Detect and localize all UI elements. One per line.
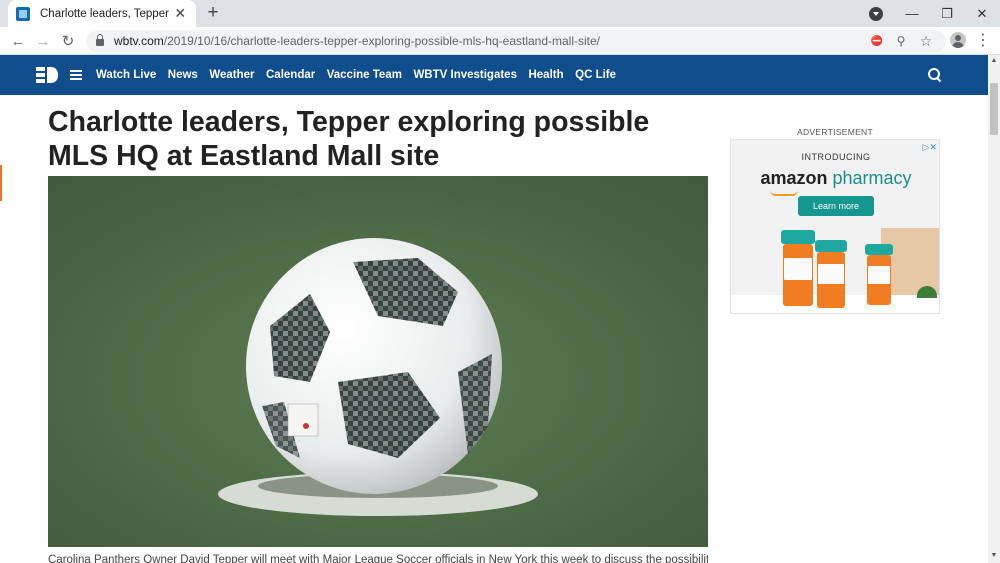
nav-link-news[interactable]: News — [168, 69, 198, 81]
ad-learn-more-button[interactable]: Learn more — [798, 196, 874, 216]
browser-toolbar: ← → ↻ wbtv.com/2019/10/16/charlotte-lead… — [0, 27, 1000, 55]
new-tab-button[interactable]: + — [203, 3, 223, 23]
article-headline: Charlotte leaders, Tepper exploring poss… — [48, 106, 650, 172]
article-caption: Carolina Panthers Owner David Tepper wil… — [48, 554, 708, 563]
zoom-icon[interactable]: ⚲ — [892, 33, 910, 49]
bookmark-star-icon[interactable]: ☆ — [917, 33, 935, 49]
nav-link-vaccine-team[interactable]: Vaccine Team — [327, 69, 402, 81]
scrollbar-thumb[interactable] — [990, 83, 998, 135]
ad-brand-name: amazon — [760, 168, 828, 188]
tab-close-icon[interactable]: ✕ — [172, 5, 188, 22]
lock-icon[interactable] — [96, 34, 104, 46]
browser-tab[interactable]: Charlotte leaders, Tepper explorin ✕ — [8, 0, 196, 27]
profile-avatar-icon[interactable] — [950, 32, 966, 48]
forward-button[interactable]: → — [32, 30, 54, 52]
scroll-up-arrow-icon[interactable]: ▲ — [990, 57, 998, 65]
browser-menu-icon[interactable]: ⋮ — [974, 31, 992, 51]
left-edge-accent — [0, 165, 2, 201]
ad-product-name: pharmacy — [832, 168, 912, 188]
address-bar[interactable]: wbtv.com/2019/10/16/charlotte-leaders-te… — [86, 30, 946, 52]
scroll-down-arrow-icon[interactable]: ▼ — [990, 552, 998, 560]
page-viewport: Watch Live News Weather Calendar Vaccine Tea… — [0, 55, 988, 563]
window-close-button[interactable]: ✕ — [964, 0, 1000, 27]
reload-button[interactable]: ↻ — [57, 30, 79, 52]
page-scrollbar[interactable]: ▲ ▼ — [988, 55, 1000, 563]
url-text[interactable]: wbtv.com/2019/10/16/charlotte-leaders-te… — [114, 34, 600, 48]
site-nav-bar: Watch Live News Weather Calendar Vaccine Tea… — [0, 55, 988, 95]
tab-title: Charlotte leaders, Tepper explorin — [40, 7, 172, 20]
article-hero-image[interactable] — [48, 176, 708, 547]
soccer-ball-image — [48, 176, 708, 547]
advertisement[interactable]: ▷✕ INTRODUCING amazon pharmacy Learn mor… — [730, 139, 940, 314]
nav-link-health[interactable]: Health — [528, 69, 563, 81]
nav-links: Watch Live News Weather Calendar Vaccine Tea… — [96, 69, 628, 81]
hamburger-menu-icon[interactable] — [70, 70, 82, 80]
nav-link-weather[interactable]: Weather — [209, 69, 254, 81]
url-domain: wbtv.com — [114, 34, 164, 48]
minimize-button[interactable]: — — [894, 0, 930, 27]
nav-link-wbtv-investigates[interactable]: WBTV Investigates — [413, 69, 517, 81]
tab-search-icon[interactable] — [869, 7, 883, 21]
site-favicon-icon — [16, 6, 30, 21]
wbtv-logo-icon[interactable] — [36, 67, 58, 83]
url-path: /2019/10/16/charlotte-leaders-tepper-exp… — [163, 34, 601, 48]
site-search-icon[interactable] — [928, 68, 942, 82]
amazon-smile-icon — [770, 190, 798, 196]
nav-link-qc-life[interactable]: QC Life — [575, 69, 616, 81]
nav-link-watch-live[interactable]: Watch Live — [96, 69, 156, 81]
ad-brand-text: amazon pharmacy — [731, 168, 939, 189]
ad-intro-text: INTRODUCING — [801, 152, 871, 162]
nav-link-calendar[interactable]: Calendar — [266, 69, 315, 81]
back-button[interactable]: ← — [7, 30, 29, 52]
restore-button[interactable]: ❐ — [929, 0, 965, 27]
ad-label: ADVERTISEMENT — [796, 127, 873, 137]
browser-tab-strip: Charlotte leaders, Tepper explorin ✕ + —… — [0, 0, 1000, 27]
blocked-content-icon[interactable]: ⛔ — [868, 33, 886, 49]
